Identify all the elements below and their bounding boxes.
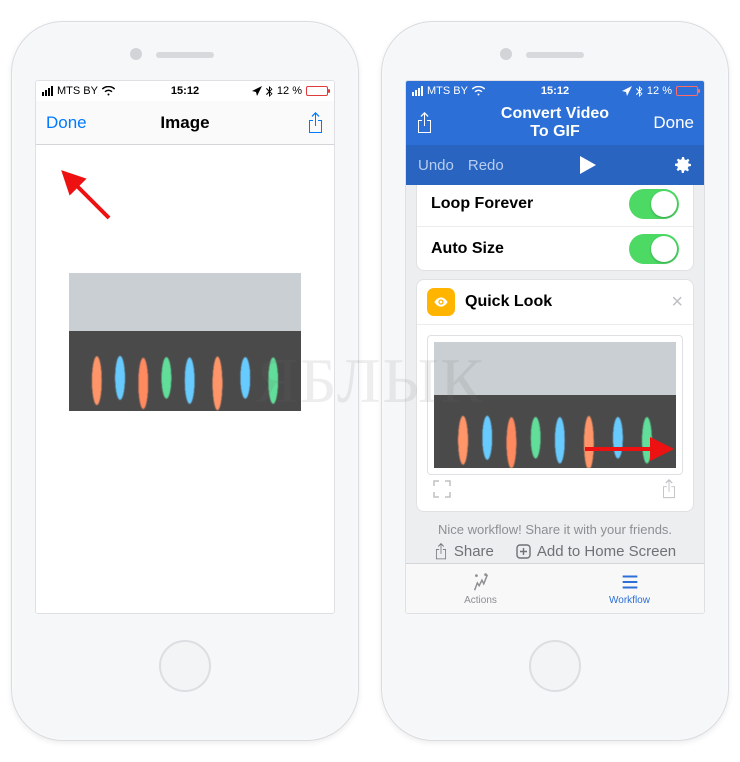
phone-right: MTS BY 15:12 12 % Convert Video To GIF <box>381 21 729 741</box>
home-button[interactable] <box>159 640 211 692</box>
quicklook-header: Quick Look × <box>417 280 693 325</box>
phone-camera <box>130 48 142 60</box>
status-bar: MTS BY 15:12 12 % <box>36 81 334 101</box>
row-auto-size: Auto Size <box>417 226 693 270</box>
share-button-label: Share <box>454 543 494 560</box>
row-loop-forever: Loop Forever <box>417 185 693 226</box>
undo-button[interactable]: Undo <box>418 157 454 174</box>
home-button[interactable] <box>529 640 581 692</box>
row-label: Loop Forever <box>431 195 533 213</box>
quicklook-title: Quick Look <box>465 293 661 311</box>
close-icon[interactable]: × <box>671 292 683 312</box>
quicklook-preview[interactable] <box>427 335 683 475</box>
screen-left: MTS BY 15:12 12 % Done Image <box>35 80 335 614</box>
tab-label: Workflow <box>609 595 650 606</box>
tab-actions[interactable]: Actions <box>406 564 555 613</box>
status-bar: MTS BY 15:12 12 % <box>406 81 704 101</box>
share-message: Nice workflow! Share it with your friend… <box>418 522 692 537</box>
row-label: Auto Size <box>431 240 504 258</box>
add-home-button-label: Add to Home Screen <box>537 543 676 560</box>
share-icon[interactable] <box>307 112 324 134</box>
expand-icon[interactable] <box>433 480 451 498</box>
status-time: 15:12 <box>507 85 602 97</box>
eye-icon <box>427 288 455 316</box>
location-arrow-icon <box>622 86 632 96</box>
bluetooth-icon <box>636 86 643 97</box>
add-home-button[interactable]: Add to Home Screen <box>516 543 676 560</box>
share-icon[interactable] <box>661 479 677 499</box>
share-button-row: Share Add to Home Screen <box>406 543 704 563</box>
redo-button[interactable]: Redo <box>468 157 504 174</box>
location-arrow-icon <box>252 86 262 96</box>
screen-right: MTS BY 15:12 12 % Convert Video To GIF <box>405 80 705 614</box>
carrier-label: MTS BY <box>427 85 468 97</box>
phone-camera <box>500 48 512 60</box>
done-button[interactable]: Done <box>46 113 87 133</box>
page-title: Convert Video To GIF <box>498 105 612 141</box>
share-icon[interactable] <box>416 112 433 134</box>
phone-speaker <box>156 52 214 58</box>
navbar-workflow: Convert Video To GIF Done <box>406 101 704 145</box>
gear-icon[interactable] <box>672 155 692 175</box>
battery-low-icon <box>676 86 698 96</box>
tab-workflow[interactable]: Workflow <box>555 564 704 613</box>
battery-percent: 12 % <box>277 85 302 97</box>
quicklook-card: Quick Look × <box>416 279 694 512</box>
carrier-label: MTS BY <box>57 85 98 97</box>
workflow-content: Loop Forever Auto Size Quick Look <box>406 185 704 563</box>
page-title: Image <box>128 113 242 133</box>
tab-label: Actions <box>464 595 497 606</box>
wifi-icon <box>472 86 485 96</box>
done-button[interactable]: Done <box>653 113 694 133</box>
signal-strength-icon <box>42 86 53 96</box>
workflow-toolbar: Undo Redo <box>406 145 704 185</box>
image-preview-area <box>36 145 334 613</box>
wifi-icon <box>102 86 115 96</box>
share-button[interactable]: Share <box>434 543 494 560</box>
navbar-image: Done Image <box>36 101 334 145</box>
battery-percent: 12 % <box>647 85 672 97</box>
toggle-auto-size[interactable] <box>629 234 679 264</box>
phone-speaker <box>526 52 584 58</box>
play-icon[interactable] <box>580 156 596 174</box>
tab-bar: Actions Workflow <box>406 563 704 613</box>
phone-left: MTS BY 15:12 12 % Done Image <box>11 21 359 741</box>
status-time: 15:12 <box>137 85 232 97</box>
toggle-loop-forever[interactable] <box>629 189 679 219</box>
settings-card: Loop Forever Auto Size <box>416 185 694 271</box>
image-preview[interactable] <box>69 273 301 411</box>
battery-low-icon <box>306 86 328 96</box>
bluetooth-icon <box>266 86 273 97</box>
signal-strength-icon <box>412 86 423 96</box>
